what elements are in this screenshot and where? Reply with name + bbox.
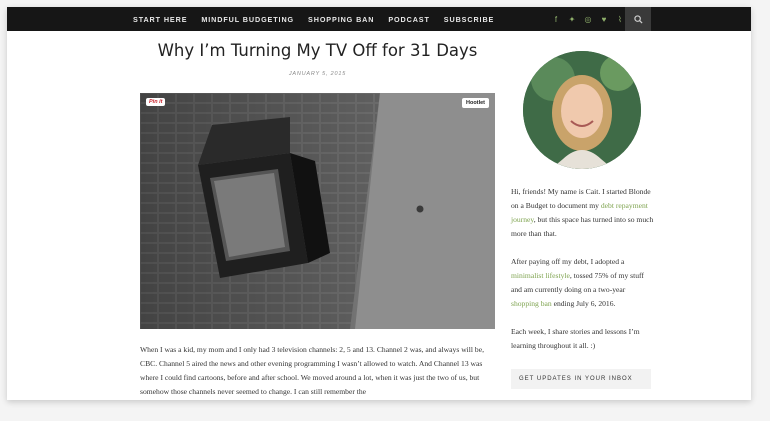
article-hero-image: Pin it Hootlet [140, 93, 495, 329]
bio-paragraph-3: Each week, I share stories and lessons I… [511, 327, 640, 350]
author-avatar [523, 51, 641, 169]
nav-podcast[interactable]: PODCAST [388, 15, 429, 24]
hootlet-button[interactable]: Hootlet [462, 98, 489, 108]
bio-paragraph-1: Hi, friends! My name is Cait. I started … [511, 187, 654, 238]
facebook-icon[interactable]: f [552, 15, 560, 24]
author-bio: Hi, friends! My name is Cait. I started … [511, 185, 654, 367]
main-nav: START HERE MINDFUL BUDGETING SHOPPING BA… [133, 7, 508, 31]
top-navigation-bar: START HERE MINDFUL BUDGETING SHOPPING BA… [7, 7, 751, 31]
instagram-icon[interactable]: ◎ [584, 15, 592, 24]
newsletter-label: GET UPDATES IN YOUR INBOX [519, 376, 633, 382]
article-body: When I was a kid, my mom and I only had … [140, 345, 484, 396]
tv-on-sidewalk-photo [140, 93, 495, 329]
shopping-ban-link[interactable]: shopping ban [511, 299, 552, 308]
nav-mindful-budgeting[interactable]: MINDFUL BUDGETING [201, 15, 294, 24]
search-icon [633, 14, 643, 24]
pin-it-button[interactable]: Pin it [146, 98, 166, 106]
bio-paragraph-2: After paying off my debt, I adopted a mi… [511, 257, 644, 308]
search-button[interactable] [625, 7, 651, 31]
nav-subscribe[interactable]: SUBSCRIBE [444, 15, 494, 24]
twitter-icon[interactable]: ✦ [568, 15, 576, 24]
social-links: f ✦ ◎ ♥ ⌇ [552, 7, 632, 31]
browser-frame: START HERE MINDFUL BUDGETING SHOPPING BA… [7, 7, 751, 400]
nav-shopping-ban[interactable]: SHOPPING BAN [308, 15, 374, 24]
author-photo [523, 51, 641, 169]
article-date: JANUARY 5, 2015 [288, 71, 347, 77]
article-title[interactable]: Why I’m Turning My TV Off for 31 Days [140, 41, 495, 60]
rss-icon[interactable]: ⌇ [616, 15, 624, 24]
heart-icon[interactable]: ♥ [600, 15, 608, 24]
minimalist-lifestyle-link[interactable]: minimalist lifestyle [511, 271, 570, 280]
nav-start-here[interactable]: START HERE [133, 15, 187, 24]
newsletter-signup-header[interactable]: GET UPDATES IN YOUR INBOX [511, 369, 651, 389]
